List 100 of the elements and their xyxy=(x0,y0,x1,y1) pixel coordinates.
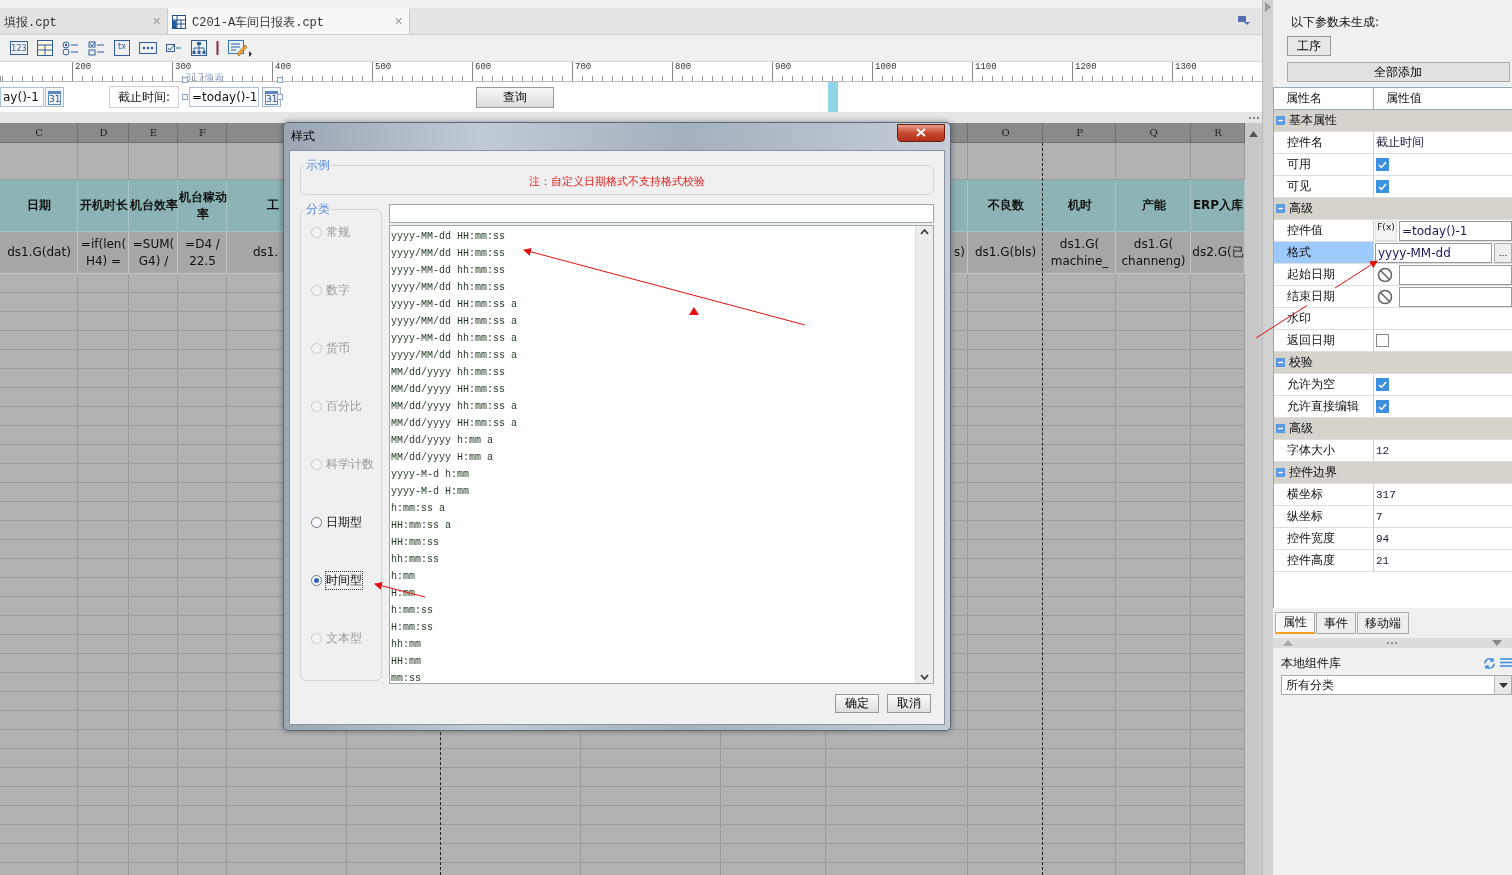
checkbox-icon[interactable] xyxy=(166,43,182,53)
formula-button[interactable]: F(x) xyxy=(1374,220,1397,241)
format-option[interactable]: mm:ss xyxy=(390,670,915,683)
property-value: 317 xyxy=(1374,488,1396,501)
caret-icon xyxy=(1498,682,1508,688)
query-button[interactable]: 查询 xyxy=(476,86,554,108)
property-name[interactable]: 格式 xyxy=(1273,242,1374,263)
collapse-icon[interactable] xyxy=(1275,424,1285,433)
table-cell: ds1.G( machine_ xyxy=(1050,235,1109,270)
collapse-icon[interactable] xyxy=(1275,204,1285,213)
scroll-up-icon[interactable] xyxy=(1249,131,1258,137)
ruler-label: 1200 xyxy=(1074,62,1097,73)
format-option[interactable]: MM/dd/yyyy hh:mm:ss a xyxy=(390,398,915,415)
grip-icon[interactable] xyxy=(1386,641,1399,645)
property-group-row[interactable]: 高级 xyxy=(1273,418,1512,440)
format-option[interactable]: H:mm xyxy=(390,585,915,602)
cancel-button[interactable]: 取消 xyxy=(887,694,931,713)
format-input[interactable] xyxy=(388,204,934,223)
format-option[interactable]: MM/dd/yyyy HH:mm:ss a xyxy=(390,415,915,432)
password-field-icon[interactable] xyxy=(139,42,157,54)
checkbox[interactable] xyxy=(1375,180,1389,193)
checkbox-list-icon[interactable] xyxy=(88,40,105,56)
form-edit-icon[interactable] xyxy=(228,39,252,57)
scroll-down-icon[interactable] xyxy=(920,674,929,680)
ok-button[interactable]: 确定 xyxy=(835,694,879,713)
refresh-icon[interactable] xyxy=(1483,657,1496,670)
format-option[interactable]: h:mm:ss a xyxy=(390,500,915,517)
panel-tab[interactable]: 事件 xyxy=(1315,612,1356,634)
grip-icon[interactable] xyxy=(1248,115,1260,120)
property-group-row[interactable]: 基本属性 xyxy=(1273,110,1512,132)
file-tab[interactable]: C201-A车间日报表.cpt × xyxy=(168,8,410,34)
collapse-icon[interactable] xyxy=(1275,358,1285,367)
column-header: 属性名 xyxy=(1273,88,1374,109)
property-group-row[interactable]: 校验 xyxy=(1273,352,1512,374)
format-option[interactable]: yyyy/MM/dd HH:mm:ss a xyxy=(390,313,915,330)
format-option[interactable]: yyyy-M-d h:mm xyxy=(390,466,915,483)
panel-tab[interactable]: 移动端 xyxy=(1356,612,1409,634)
value-field[interactable]: =today()-1 xyxy=(1398,220,1512,241)
checkbox[interactable] xyxy=(1375,334,1389,347)
category-radio[interactable]: 时间型 xyxy=(311,571,381,589)
up-arrow-icon[interactable] xyxy=(1282,640,1293,646)
format-option[interactable]: yyyy-M-d H:mm xyxy=(390,483,915,500)
resize-handle[interactable] xyxy=(182,94,188,100)
add-all-button[interactable]: 全部添加 xyxy=(1286,62,1510,82)
checkbox[interactable] xyxy=(1375,400,1389,413)
format-option[interactable]: H:mm:ss xyxy=(390,619,915,636)
format-option[interactable]: yyyy-MM-dd HH:mm:ss xyxy=(390,228,915,245)
table-icon[interactable] xyxy=(37,40,53,56)
browse-button[interactable]: ... xyxy=(1494,242,1512,263)
calendar-button[interactable]: 31 xyxy=(45,87,64,107)
format-option[interactable]: MM/dd/yyyy H:mm a xyxy=(390,449,915,466)
format-option[interactable]: MM/dd/yyyy HH:mm:ss xyxy=(390,381,915,398)
format-option[interactable]: hh:mm xyxy=(390,636,915,653)
calendar-button[interactable]: 31 xyxy=(262,87,281,107)
parameter-button[interactable]: 工序 xyxy=(1286,36,1331,56)
collapse-icon[interactable] xyxy=(1275,468,1285,477)
format-option[interactable]: yyyy/MM/dd hh:mm:ss a xyxy=(390,347,915,364)
menu-icon[interactable] xyxy=(1500,657,1512,668)
close-button[interactable] xyxy=(897,123,945,142)
resize-handle[interactable] xyxy=(277,77,283,83)
panel-tab[interactable]: 属性 xyxy=(1274,612,1315,634)
property-group-row[interactable]: 高级 xyxy=(1273,198,1512,220)
format-option[interactable]: yyyy/MM/dd hh:mm:ss xyxy=(390,279,915,296)
date-field[interactable] xyxy=(1398,286,1512,307)
radio-list-icon[interactable] xyxy=(62,40,79,56)
checkbox[interactable] xyxy=(1375,158,1389,171)
dropdown-icon[interactable] xyxy=(1238,16,1250,26)
format-option[interactable]: yyyy-MM-dd HH:mm:ss a xyxy=(390,296,915,313)
format-option[interactable]: yyyy/MM/dd HH:mm:ss xyxy=(390,245,915,262)
format-option[interactable]: yyyy-MM-dd hh:mm:ss a xyxy=(390,330,915,347)
format-option[interactable]: HH:mm:ss xyxy=(390,534,915,551)
tree-icon[interactable] xyxy=(191,40,207,56)
ruler-label: 1300 xyxy=(1174,62,1197,73)
header-cell: 不良数 xyxy=(987,197,1024,214)
date-field[interactable] xyxy=(1398,264,1512,285)
format-option[interactable]: HH:mm:ss a xyxy=(390,517,915,534)
group-legend: 分类 xyxy=(305,201,331,218)
text-field-icon[interactable]: tx xyxy=(114,40,130,56)
format-option[interactable]: MM/dd/yyyy h:mm a xyxy=(390,432,915,449)
format-option[interactable]: h:mm:ss xyxy=(390,602,915,619)
resize-handle[interactable] xyxy=(182,77,188,83)
date-field[interactable]: ay()-1 xyxy=(0,87,44,107)
format-option[interactable]: h:mm xyxy=(390,568,915,585)
number-field-icon[interactable]: 123 xyxy=(10,41,28,55)
scroll-up-icon[interactable] xyxy=(920,229,929,235)
collapse-icon[interactable] xyxy=(1275,116,1285,125)
category-radio[interactable]: 日期型 xyxy=(311,513,381,531)
format-option[interactable]: MM/dd/yyyy hh:mm:ss xyxy=(390,364,915,381)
table-cell: ds1. xyxy=(253,244,279,261)
resize-handle[interactable] xyxy=(277,94,283,100)
checkbox[interactable] xyxy=(1375,378,1389,391)
down-arrow-icon[interactable] xyxy=(1492,640,1502,646)
format-option[interactable]: yyyy-MM-dd hh:mm:ss xyxy=(390,262,915,279)
format-option[interactable]: hh:mm:ss xyxy=(390,551,915,568)
date-field[interactable]: =today()-1 xyxy=(189,87,259,107)
category-select[interactable]: 所有分类 xyxy=(1280,675,1512,695)
format-option[interactable]: HH:mm xyxy=(390,653,915,670)
ruler-label: 500 xyxy=(374,62,392,73)
property-group-row[interactable]: 控件边界 xyxy=(1273,462,1512,484)
format-field[interactable]: yyyy-MM-dd xyxy=(1374,242,1492,263)
